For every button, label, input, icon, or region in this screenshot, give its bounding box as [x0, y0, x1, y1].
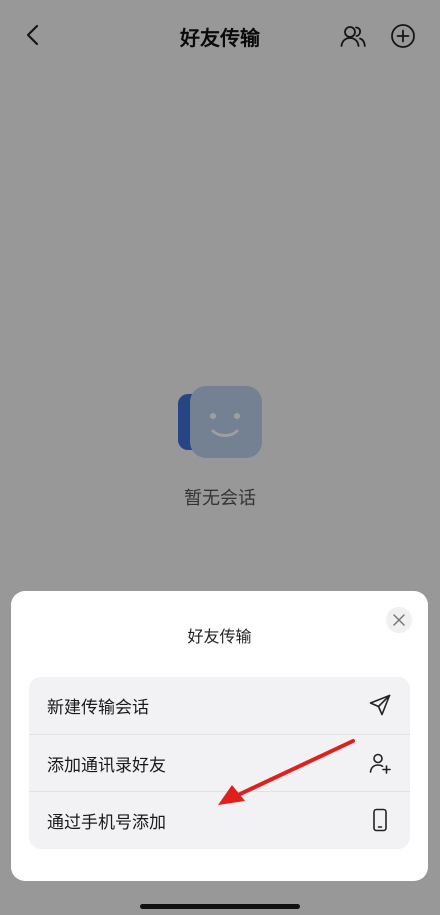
action-sheet: 好友传输 新建传输会话 添加通讯录好友 通过手机号添加	[11, 591, 428, 881]
close-icon	[393, 614, 405, 626]
action-menu: 新建传输会话 添加通讯录好友 通过手机号添加	[29, 677, 410, 849]
menu-item-new-transfer-session[interactable]: 新建传输会话	[29, 677, 410, 734]
home-indicator[interactable]	[140, 904, 300, 909]
send-icon	[369, 694, 391, 716]
menu-item-label: 新建传输会话	[47, 698, 149, 718]
phone-icon	[373, 808, 387, 832]
menu-item-add-contacts-friend[interactable]: 添加通讯录好友	[29, 734, 410, 791]
menu-item-label: 通过手机号添加	[47, 812, 166, 833]
add-person-icon	[369, 753, 391, 774]
menu-item-label: 添加通讯录好友	[47, 755, 166, 776]
close-button[interactable]	[386, 607, 412, 633]
sheet-title: 好友传输	[187, 627, 252, 646]
menu-item-add-by-phone[interactable]: 通过手机号添加	[29, 791, 410, 848]
